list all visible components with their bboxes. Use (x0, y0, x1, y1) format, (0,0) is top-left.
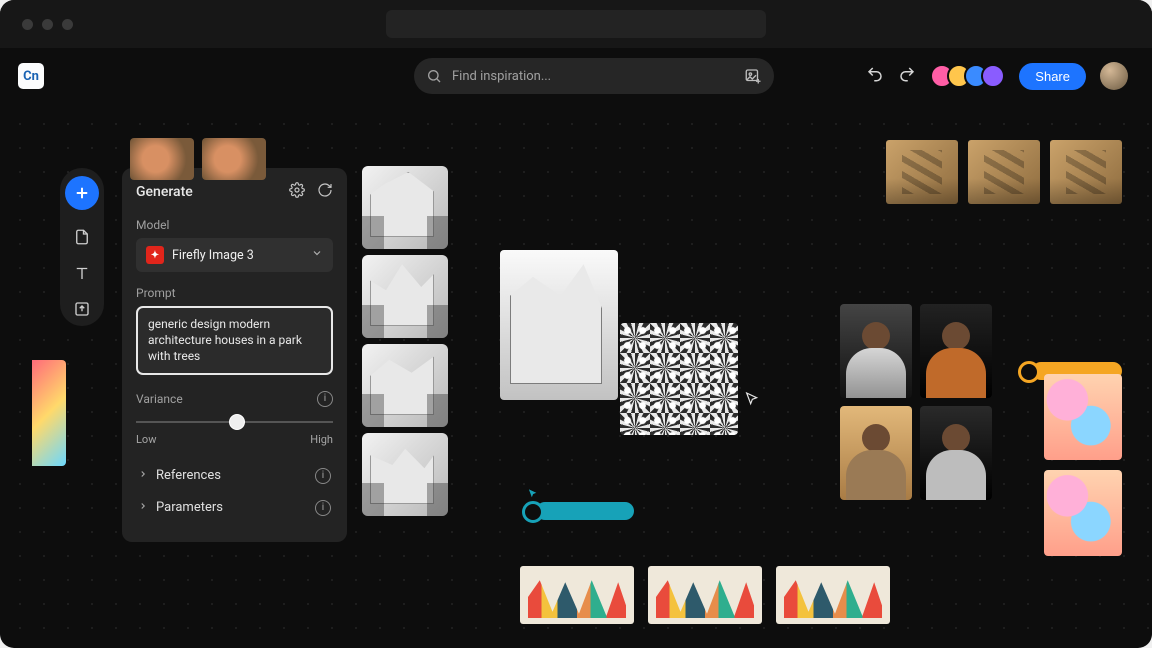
parameters-info-icon[interactable]: i (315, 500, 331, 516)
canvas-image-thumb[interactable] (886, 140, 958, 204)
export-icon (73, 300, 91, 318)
page-icon (73, 228, 91, 246)
model-name: Firefly Image 3 (172, 248, 303, 263)
canvas-image-thumb[interactable] (776, 566, 890, 624)
chevron-right-icon (138, 500, 148, 515)
slider-thumb[interactable] (229, 414, 245, 430)
image-add-icon[interactable] (744, 67, 762, 85)
canvas-image-thumb[interactable] (1044, 470, 1122, 556)
redo-button[interactable] (898, 65, 916, 87)
references-info-icon[interactable]: i (315, 468, 331, 484)
variant-thumb[interactable] (362, 166, 448, 249)
variant-thumb[interactable] (362, 255, 448, 338)
generate-panel: Generate Model ✦ Firefly Image 3 (122, 168, 347, 542)
canvas-image-thumb[interactable] (840, 304, 912, 398)
redo-icon (898, 65, 916, 83)
canvas-image-thumb[interactable] (920, 406, 992, 500)
new-page-button[interactable] (73, 228, 91, 246)
text-icon (73, 264, 91, 282)
topbar-right: Share (866, 62, 1128, 90)
collaborator-label-pill[interactable] (536, 502, 634, 520)
canvas-image-thumb[interactable] (920, 304, 992, 398)
left-toolbar (60, 168, 104, 326)
traffic-min-icon[interactable] (42, 19, 53, 30)
app-window: Cn Find inspiration... (0, 0, 1152, 648)
traffic-close-icon[interactable] (22, 19, 33, 30)
chevron-right-icon (138, 468, 148, 483)
text-tool-button[interactable] (73, 264, 91, 282)
export-button[interactable] (73, 300, 91, 318)
references-label: References (156, 468, 221, 483)
refresh-icon (317, 182, 333, 198)
variance-low-label: Low (136, 433, 156, 446)
references-accordion[interactable]: References i (136, 460, 333, 492)
traffic-lights (22, 19, 73, 30)
collaborator-dot-icon (522, 501, 544, 523)
canvas-image-thumb[interactable] (130, 138, 194, 180)
panel-title: Generate (136, 184, 193, 200)
parameters-accordion[interactable]: Parameters i (136, 492, 333, 524)
canvas-image[interactable] (500, 250, 618, 400)
prompt-label: Prompt (136, 286, 333, 300)
collaborator-avatar[interactable] (981, 64, 1005, 88)
panel-settings-button[interactable] (289, 182, 305, 202)
canvas-image-thumb[interactable] (840, 406, 912, 500)
undo-icon (866, 65, 884, 83)
gear-icon (289, 182, 305, 198)
canvas-item-group[interactable] (520, 566, 890, 624)
canvas-image[interactable] (620, 323, 738, 435)
canvas-image-thumb[interactable] (1050, 140, 1122, 204)
canvas-item-group[interactable] (1044, 374, 1122, 556)
app-body: Cn Find inspiration... (0, 48, 1152, 648)
browser-address-bar[interactable] (386, 10, 766, 38)
variance-high-label: High (310, 433, 333, 446)
remote-cursor (744, 390, 760, 408)
model-label: Model (136, 218, 333, 232)
app-logo[interactable]: Cn (18, 63, 44, 89)
share-button[interactable]: Share (1019, 63, 1086, 90)
canvas-image-thumb[interactable] (1044, 374, 1122, 460)
add-button[interactable] (65, 176, 99, 210)
canvas-item-group[interactable] (130, 138, 266, 180)
variance-label: Variance (136, 392, 183, 406)
undo-button[interactable] (866, 65, 884, 87)
traffic-max-icon[interactable] (62, 19, 73, 30)
variant-thumb-strip (362, 166, 448, 516)
canvas-image-thumb[interactable] (968, 140, 1040, 204)
canvas-image-thumb[interactable] (202, 138, 266, 180)
firefly-icon: ✦ (146, 246, 164, 264)
panel-refresh-button[interactable] (317, 182, 333, 202)
parameters-label: Parameters (156, 500, 223, 515)
search-placeholder-text: Find inspiration... (452, 69, 734, 84)
variant-thumb[interactable] (362, 433, 448, 516)
collaborator-dot-icon (1018, 361, 1040, 383)
model-select[interactable]: ✦ Firefly Image 3 (136, 238, 333, 272)
chevron-down-icon (311, 247, 323, 263)
prompt-textarea[interactable]: generic design modern architecture house… (136, 306, 333, 375)
remote-cursor (526, 486, 540, 502)
canvas-item-group[interactable] (886, 140, 1122, 204)
variance-info-icon[interactable]: i (317, 391, 333, 407)
user-avatar[interactable] (1100, 62, 1128, 90)
canvas-image-thumb[interactable] (648, 566, 762, 624)
collaborator-avatars[interactable] (930, 64, 1005, 88)
cursor-icon (526, 486, 540, 502)
window-titlebar (0, 0, 1152, 48)
variant-thumb[interactable] (362, 344, 448, 427)
cursor-icon (744, 390, 760, 408)
variance-slider[interactable] (136, 413, 333, 431)
canvas-image-thumb[interactable] (520, 566, 634, 624)
app-topbar: Cn Find inspiration... (0, 48, 1152, 104)
canvas-item-group[interactable] (840, 304, 992, 500)
search-input[interactable]: Find inspiration... (414, 58, 774, 94)
plus-icon (73, 184, 91, 202)
search-icon (426, 68, 442, 84)
canvas-image-thumb[interactable] (32, 360, 66, 466)
